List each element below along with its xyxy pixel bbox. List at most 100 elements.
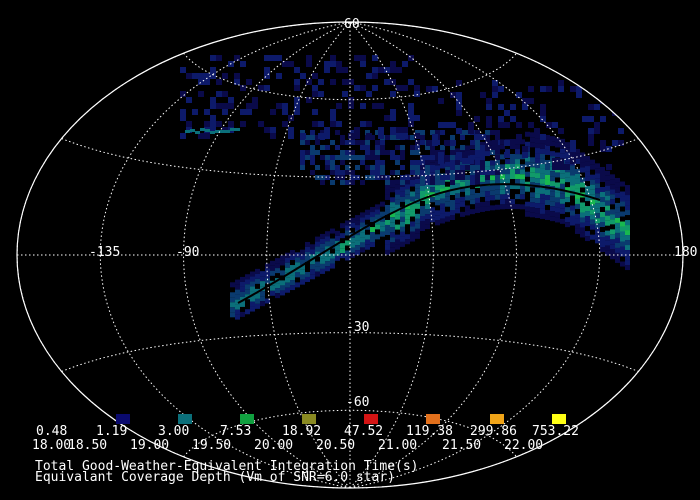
- legend-swatch: [490, 414, 504, 424]
- coverage-cell: [625, 200, 630, 206]
- coverage-cell: [425, 155, 430, 160]
- coverage-cell: [465, 165, 470, 170]
- coverage-cell: [275, 288, 280, 294]
- coverage-cell: [555, 152, 560, 158]
- lon-label-minus135: -135: [89, 245, 120, 260]
- coverage-cell: [560, 218, 565, 224]
- coverage-cell: [480, 150, 485, 155]
- coverage-cell: [590, 219, 595, 225]
- coverage-cell: [420, 216, 425, 221]
- coverage-cell: [258, 121, 264, 127]
- coverage-cell: [615, 182, 620, 188]
- coverage-cell: [335, 145, 340, 150]
- coverage-cell: [370, 150, 375, 155]
- coverage-cell: [540, 158, 545, 164]
- coverage-cell: [324, 133, 330, 139]
- coverage-cell: [485, 175, 490, 180]
- coverage-cell: [375, 145, 380, 150]
- coverage-cell: [396, 133, 402, 139]
- coverage-cell: [230, 312, 235, 318]
- coverage-cell: [540, 188, 545, 194]
- coverage-cell: [470, 175, 475, 180]
- coverage-cells: [180, 55, 630, 320]
- coverage-cell: [430, 187, 435, 193]
- legend-time-value: 3.00: [158, 424, 189, 439]
- coverage-cell: [520, 194, 525, 200]
- coverage-cell: [534, 128, 540, 134]
- coverage-cell: [606, 146, 612, 152]
- coverage-cell: [615, 257, 620, 263]
- coverage-cell: [390, 150, 395, 155]
- coverage-cell: [490, 195, 495, 201]
- coverage-cell: [390, 91, 396, 97]
- coverage-cell: [355, 240, 360, 246]
- coverage-cell: [540, 153, 545, 159]
- coverage-cell: [190, 129, 195, 132]
- coverage-cell: [402, 127, 408, 133]
- coverage-cell: [360, 103, 366, 109]
- coverage-cell: [366, 133, 372, 139]
- coverage-cell: [400, 216, 405, 222]
- coverage-cell: [250, 286, 255, 292]
- coverage-cell: [330, 258, 335, 264]
- coverage-cell: [306, 61, 312, 67]
- coverage-cell: [540, 208, 545, 214]
- coverage-cell: [310, 244, 315, 250]
- coverage-cell: [342, 91, 348, 97]
- coverage-cell: [380, 165, 385, 170]
- coverage-cell: [515, 179, 520, 185]
- coverage-cell: [588, 128, 594, 134]
- coverage-cell: [582, 80, 588, 86]
- coverage-cell: [310, 150, 315, 155]
- coverage-cell: [444, 122, 450, 128]
- coverage-cell: [275, 263, 280, 269]
- coverage-cell: [330, 160, 335, 165]
- coverage-cell: [305, 276, 310, 282]
- coverage-cell: [610, 229, 615, 235]
- coverage-cell: [335, 235, 340, 241]
- coverage-cell: [615, 217, 620, 223]
- coverage-cell: [330, 253, 335, 259]
- coverage-cell: [350, 180, 355, 185]
- coverage-cell: [310, 130, 315, 135]
- coverage-cell: [290, 255, 295, 261]
- coverage-cell: [186, 73, 192, 79]
- coverage-cell: [390, 170, 395, 175]
- coverage-cell: [486, 116, 492, 122]
- coverage-cell: [430, 150, 435, 155]
- legend-time-value: 299.86: [470, 424, 517, 439]
- coverage-cell: [250, 301, 255, 307]
- coverage-cell: [605, 210, 610, 216]
- coverage-cell: [450, 155, 455, 160]
- coverage-cell: [320, 258, 325, 264]
- coverage-cell: [245, 309, 250, 315]
- coverage-cell: [605, 235, 610, 241]
- coverage-cell: [300, 269, 305, 275]
- coverage-cell: [354, 85, 360, 91]
- coverage-cell: [372, 55, 378, 61]
- coverage-cell: [610, 249, 615, 255]
- coverage-cell: [605, 230, 610, 236]
- coverage-cell: [380, 160, 385, 165]
- coverage-cell: [475, 175, 480, 180]
- coverage-cell: [455, 175, 460, 180]
- coverage-cell: [355, 250, 360, 256]
- coverage-cell: [505, 174, 510, 180]
- coverage-cell: [610, 209, 615, 215]
- coverage-cell: [240, 281, 245, 287]
- coverage-cell: [290, 275, 295, 281]
- coverage-cell: [490, 190, 495, 196]
- coverage-cell: [435, 210, 440, 216]
- coverage-cell: [354, 133, 360, 139]
- map-canvas: -135 -90 180 -30 -60 60 0.4818.001.1918.…: [16, 17, 697, 489]
- coverage-cell: [400, 191, 405, 197]
- coverage-cell: [400, 231, 405, 237]
- coverage-cell: [385, 150, 390, 155]
- coverage-cell: [575, 183, 580, 189]
- coverage-cell: [365, 234, 370, 240]
- coverage-cell: [585, 231, 590, 237]
- coverage-cell: [375, 224, 380, 230]
- coverage-cell: [350, 170, 355, 175]
- coverage-cell: [390, 232, 395, 238]
- coverage-cell: [510, 154, 515, 159]
